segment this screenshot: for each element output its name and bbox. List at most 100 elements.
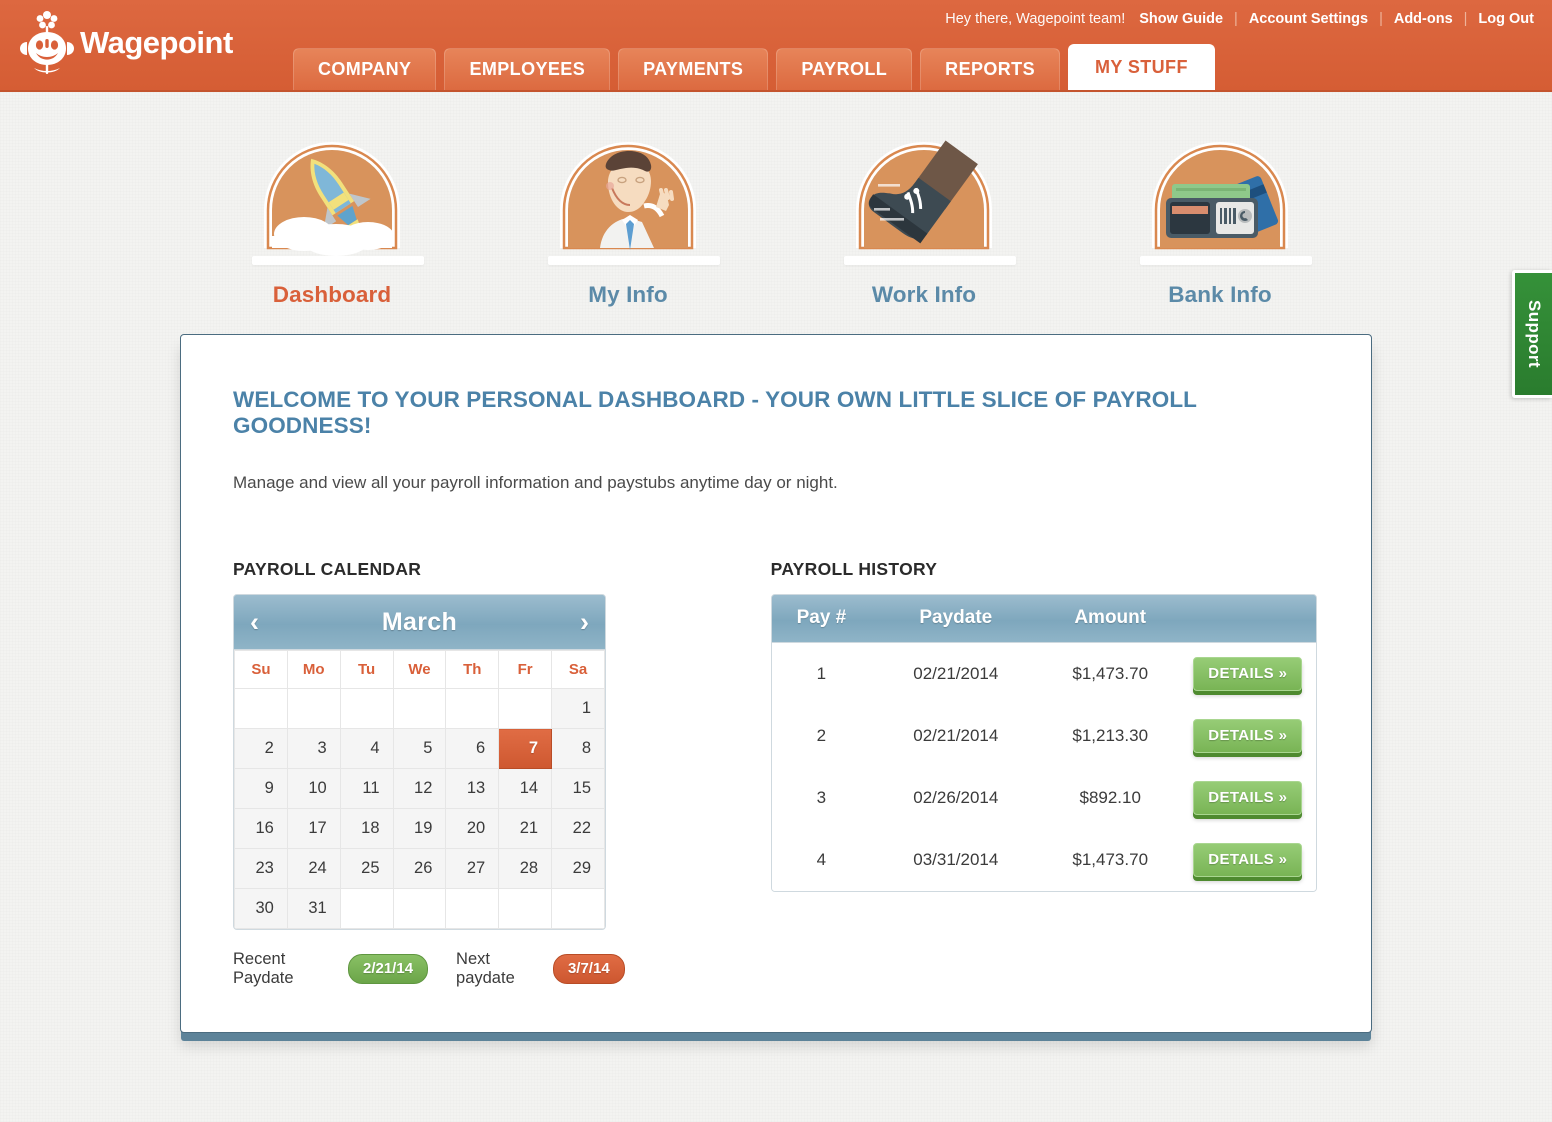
calendar-day-22[interactable]: 22	[551, 808, 605, 849]
calendar-day-11[interactable]: 11	[339, 768, 394, 809]
calendar-day-2[interactable]: 2	[234, 728, 288, 769]
calendar-header: ‹ March ›	[234, 595, 605, 650]
calendar-body: 1 2 3 4 5 6 7 8 9 10 11 12 13 14 15 16 17 18 19 20 21 22 23 24 2…	[234, 688, 605, 929]
recent-paydate-badge: 2/21/14	[347, 954, 429, 984]
calendar-day-23[interactable]: 23	[234, 848, 288, 889]
calendar-day-12[interactable]: 12	[392, 768, 447, 809]
calendar-month-label: March	[381, 607, 458, 636]
calendar-day-empty	[339, 888, 394, 929]
calendar-day-19[interactable]: 19	[392, 808, 447, 849]
calendar-day-17[interactable]: 17	[286, 808, 341, 849]
wallet-cards-icon	[1140, 136, 1300, 256]
paydate-summary: Recent Paydate 2/21/14 Next paydate 3/7/…	[233, 950, 625, 988]
icon-nav-item-dashboard[interactable]: Dashboard	[252, 136, 424, 308]
calendar-week-row: 1	[234, 688, 605, 729]
calendar-day-13[interactable]: 13	[445, 768, 500, 809]
calendar-day-27[interactable]: 27	[445, 848, 500, 889]
cell-paydate: 02/21/2014	[871, 642, 1041, 705]
section-icon-nav: Dashboard My Info Work Info Bank Info	[0, 92, 1552, 308]
calendar-day-empty	[286, 688, 341, 729]
details-button[interactable]: DETAILS »	[1193, 657, 1303, 691]
support-label: Support	[1524, 300, 1544, 368]
column-header-actions	[1179, 595, 1316, 643]
calendar-day-4[interactable]: 4	[339, 728, 394, 769]
details-button[interactable]: DETAILS »	[1193, 781, 1303, 815]
tab-payroll[interactable]: PAYROLL	[776, 48, 913, 90]
table-row: 2 02/21/2014 $1,213.30 DETAILS »	[771, 705, 1316, 767]
calendar-day-empty	[498, 888, 553, 929]
calendar-day-9[interactable]: 9	[234, 768, 288, 809]
calendar-day-14[interactable]: 14	[498, 768, 553, 809]
calendar-day-29[interactable]: 29	[551, 848, 605, 889]
cell-actions: DETAILS »	[1179, 829, 1316, 891]
icon-nav-item-bank-info[interactable]: Bank Info	[1140, 136, 1312, 308]
calendar-week-row: 16 17 18 19 20 21 22	[234, 808, 605, 849]
support-tab-button[interactable]: Support	[1512, 270, 1552, 398]
calendar-day-empty	[551, 888, 605, 929]
calendar-day-16[interactable]: 16	[234, 808, 288, 849]
calendar-day-21[interactable]: 21	[498, 808, 553, 849]
tab-company[interactable]: COMPANY	[293, 48, 437, 90]
tab-payments[interactable]: PAYMENTS	[618, 48, 769, 90]
weekday-su: Su	[234, 650, 288, 689]
nav-separator: |	[1234, 11, 1238, 27]
boot-icon	[844, 136, 1004, 256]
cell-amount: $1,213.30	[1040, 705, 1180, 767]
person-waving-icon	[548, 136, 708, 256]
calendar-week-row: 30 31	[234, 888, 605, 929]
nav-separator: |	[1463, 11, 1468, 27]
cell-pay-no: 1	[771, 642, 872, 705]
next-paydate-label: Next paydate	[456, 950, 515, 987]
calendar-day-30[interactable]: 30	[234, 888, 288, 929]
calendar-day-18[interactable]: 18	[339, 808, 394, 849]
account-settings-link[interactable]: Account Settings	[1249, 11, 1368, 27]
next-paydate-badge: 3/7/14	[552, 954, 625, 984]
calendar-day-31[interactable]: 31	[286, 888, 341, 929]
icon-nav-item-work-info[interactable]: Work Info	[844, 136, 1016, 308]
icon-nav-label-my-info: My Info	[588, 282, 668, 307]
tab-employees[interactable]: EMPLOYEES	[444, 48, 611, 90]
cell-amount: $1,473.70	[1040, 829, 1180, 891]
tab-reports[interactable]: REPORTS	[920, 48, 1060, 90]
payroll-calendar-title: PAYROLL CALENDAR	[233, 559, 422, 579]
show-guide-link[interactable]: Show Guide	[1139, 11, 1223, 27]
add-ons-link[interactable]: Add-ons	[1394, 11, 1453, 27]
calendar-day-6[interactable]: 6	[445, 728, 500, 769]
cell-paydate: 03/31/2014	[871, 829, 1041, 891]
calendar-day-5[interactable]: 5	[392, 728, 447, 769]
cell-pay-no: 3	[771, 767, 872, 829]
tab-my-stuff[interactable]: MY STUFF	[1067, 44, 1215, 90]
calendar-week-row: 9 10 11 12 13 14 15	[234, 768, 605, 809]
calendar-day-24[interactable]: 24	[286, 848, 341, 889]
calendar-day-7[interactable]: 7	[498, 728, 553, 769]
calendar-day-28[interactable]: 28	[498, 848, 553, 889]
payroll-history-section: PAYROLL HISTORY Pay # Paydate Amount 1 02…	[770, 559, 1319, 892]
calendar-day-25[interactable]: 25	[339, 848, 394, 889]
details-button[interactable]: DETAILS »	[1193, 719, 1303, 753]
calendar-day-15[interactable]: 15	[551, 768, 605, 809]
dashboard-panel: WELCOME TO YOUR PERSONAL DASHBOARD - YOU…	[180, 334, 1372, 1033]
brand-name: Wagepoint	[80, 24, 233, 60]
brand-logo[interactable]: Wagepoint	[18, 6, 233, 78]
calendar-day-8[interactable]: 8	[551, 728, 605, 769]
calendar-day-20[interactable]: 20	[445, 808, 500, 849]
chevron-left-icon[interactable]: ‹	[250, 608, 259, 636]
calendar-day-26[interactable]: 26	[392, 848, 447, 889]
calendar-day-1[interactable]: 1	[551, 688, 605, 729]
payroll-calendar-section: PAYROLL CALENDAR ‹ March › Su Mo Tu We T	[233, 559, 625, 988]
calendar-day-10[interactable]: 10	[286, 768, 341, 809]
payroll-history-table-wrap: Pay # Paydate Amount 1 02/21/2014 $1,473.7…	[770, 594, 1317, 892]
calendar-weekday-row: Su Mo Tu We Th Fr Sa	[234, 650, 605, 689]
calendar-day-3[interactable]: 3	[286, 728, 341, 769]
column-header-paydate: Paydate	[871, 595, 1041, 643]
weekday-tu: Tu	[339, 650, 394, 689]
icon-nav-item-my-info[interactable]: My Info	[548, 136, 720, 308]
weekday-th: Th	[445, 650, 500, 689]
utility-nav: Hey there, Wagepoint team! Show Guide | …	[945, 11, 1534, 27]
details-button[interactable]: DETAILS »	[1193, 843, 1303, 877]
icon-nav-label-bank-info: Bank Info	[1168, 282, 1272, 307]
log-out-link[interactable]: Log Out	[1478, 11, 1534, 27]
calendar-day-empty	[339, 688, 394, 729]
chevron-right-icon[interactable]: ›	[580, 608, 589, 636]
table-header-row: Pay # Paydate Amount	[771, 595, 1316, 643]
